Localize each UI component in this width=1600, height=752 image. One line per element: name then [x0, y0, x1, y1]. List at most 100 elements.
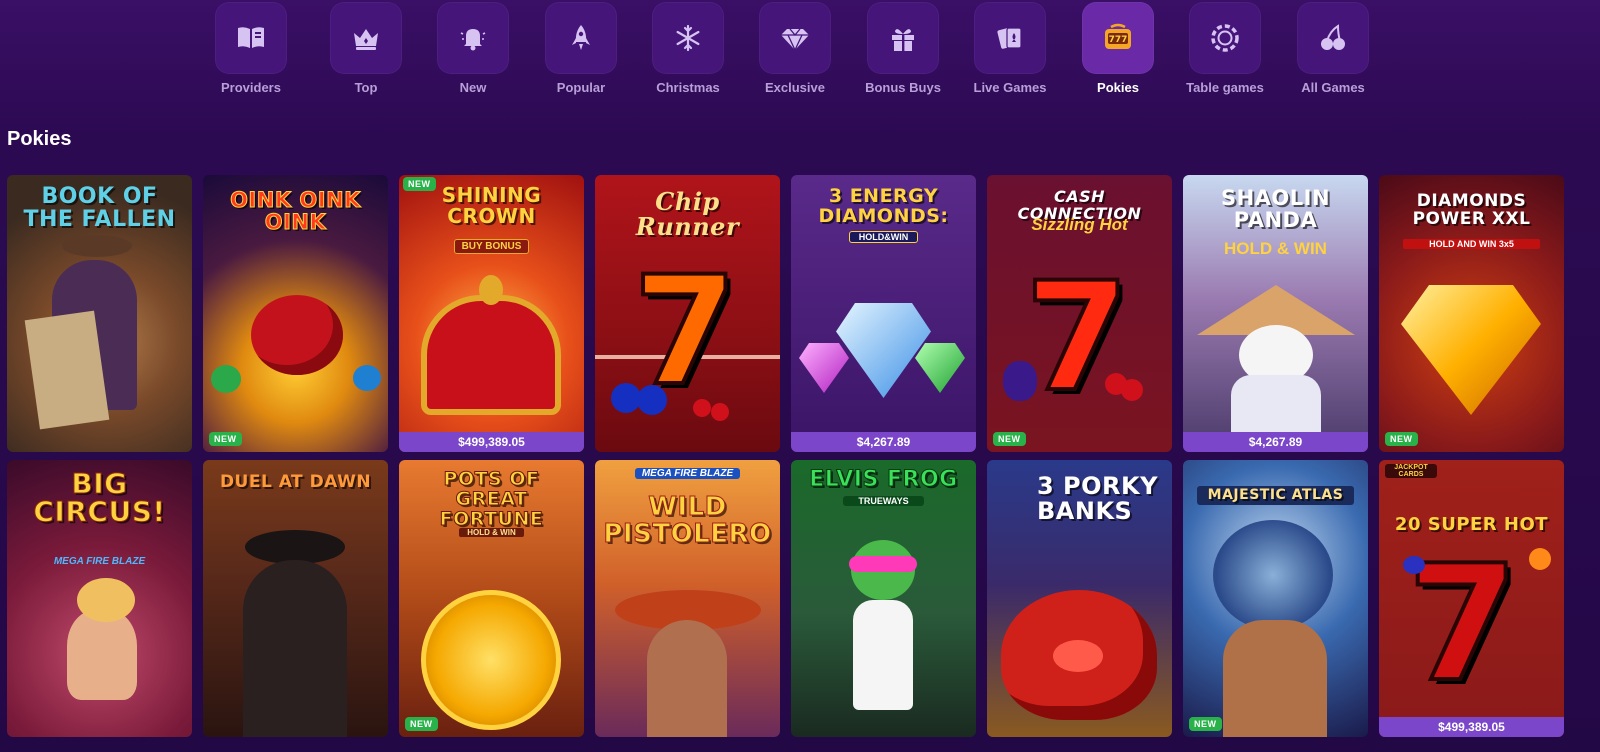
grapes-shape: [1003, 361, 1037, 401]
plum-shape: [637, 385, 667, 415]
new-badge: NEW: [1189, 717, 1222, 731]
crown-shape: [421, 295, 561, 415]
frog-suit: [853, 600, 913, 710]
game-card[interactable]: OINK OINK OINK NEW: [203, 175, 388, 452]
game-card[interactable]: MAJESTIC ATLAS NEW: [1183, 460, 1368, 737]
category-label: Exclusive: [765, 80, 825, 95]
game-card[interactable]: ELVIS FROG TRUEWAYS: [791, 460, 976, 737]
hair-shape: [77, 578, 135, 622]
blue-pig-shape: [353, 365, 381, 391]
game-title: BIG CIRCUS!: [33, 467, 166, 528]
snowflake-icon: [676, 24, 700, 52]
atlas-figure: [1223, 620, 1327, 737]
game-card[interactable]: 7 JACKPOT CARDS 20 SUPER HOT $499,389.05: [1379, 460, 1564, 737]
orange-shape: [1529, 548, 1551, 570]
new-badge: NEW: [1385, 432, 1418, 446]
game-card[interactable]: MEGA FIRE BLAZE WILD PISTOLERO: [595, 460, 780, 737]
game-subtitle: MEGA FIRE BLAZE: [53, 556, 146, 567]
chip-icon: [1211, 24, 1239, 52]
category-tile: [867, 2, 939, 74]
category-table-games[interactable]: Table games: [1180, 2, 1270, 95]
category-tile: [1297, 2, 1369, 74]
game-card[interactable]: 3 ENERGY DIAMONDS: HOLD&WIN $4,267.89: [791, 175, 976, 452]
category-pokies[interactable]: 777 Pokies: [1073, 2, 1163, 95]
game-card[interactable]: BOOK OF THE FALLEN: [7, 175, 192, 452]
slot-777-glyph: 777: [1109, 35, 1128, 45]
category-top[interactable]: Top: [321, 2, 411, 95]
game-title: SHAOLIN PANDA: [1220, 186, 1331, 233]
game-title: 3 PORKY BANKS: [1037, 472, 1159, 526]
category-tile: [974, 2, 1046, 74]
game-subtitle: HOLD AND WIN 3x5: [1403, 239, 1540, 249]
game-card[interactable]: SHINING CROWN BUY BONUS NEW $499,389.05: [399, 175, 584, 452]
game-title: DIAMONDS POWER XXL: [1412, 191, 1531, 229]
panda-robe: [1231, 375, 1321, 435]
crown-icon: [354, 29, 378, 50]
category-nav: Providers Top New Popular Christmas Excl…: [0, 0, 1600, 100]
game-card[interactable]: BIG CIRCUS! MEGA FIRE BLAZE: [7, 460, 192, 737]
game-title: WILD PISTOLERO: [603, 492, 772, 550]
category-tile: 777: [1082, 2, 1154, 74]
category-bonus-buys[interactable]: Bonus Buys: [858, 2, 948, 95]
game-subtitle: MEGA FIRE BLAZE: [635, 468, 740, 479]
crown-orb: [479, 275, 503, 305]
game-title: 3 ENERGY DIAMONDS:: [818, 185, 949, 227]
game-card[interactable]: DUEL AT DAWN: [203, 460, 388, 737]
gold-coin: [421, 590, 561, 730]
game-subtitle: BUY BONUS: [454, 239, 529, 254]
cards-icon: [997, 27, 1022, 49]
game-title: ELVIS FROG: [809, 467, 958, 492]
book-icon: [238, 27, 264, 48]
category-christmas[interactable]: Christmas: [643, 2, 733, 95]
cherry-shape: [1121, 379, 1143, 401]
cherry-shape: [693, 399, 711, 417]
new-badge: NEW: [993, 432, 1026, 446]
gift-icon: [892, 29, 914, 51]
bell-icon: [460, 29, 486, 51]
category-new[interactable]: New: [428, 2, 518, 95]
category-tile: [759, 2, 831, 74]
game-subtitle: JACKPOT CARDS: [1385, 464, 1437, 478]
game-card[interactable]: DIAMONDS POWER XXL HOLD AND WIN 3x5 NEW: [1379, 175, 1564, 452]
category-providers[interactable]: Providers: [206, 2, 296, 95]
game-card[interactable]: POTS OF GREAT FORTUNE HOLD & WIN NEW: [399, 460, 584, 737]
category-label: Popular: [556, 80, 606, 95]
category-tile: [1189, 2, 1261, 74]
game-title: SHINING CROWN: [441, 183, 542, 228]
category-label: Christmas: [656, 80, 720, 95]
performer-figure: [67, 610, 137, 700]
category-tile: [545, 2, 617, 74]
diamond-icon: [781, 28, 809, 52]
globe-shape: [1213, 520, 1333, 630]
category-popular[interactable]: Popular: [536, 2, 626, 95]
hat-shape: [245, 530, 345, 564]
game-title: POTS OF GREAT FORTUNE: [439, 468, 544, 530]
game-card[interactable]: 7 CASH CONNECTION Sizzling Hot NEW: [987, 175, 1172, 452]
new-badge: NEW: [405, 717, 438, 731]
game-title: DUEL AT DAWN: [219, 472, 372, 492]
category-live-games[interactable]: Live Games: [965, 2, 1055, 95]
jackpot-amount: $4,267.89: [791, 432, 976, 452]
cowboy-figure: [647, 620, 727, 737]
category-tile: [330, 2, 402, 74]
category-label: Pokies: [1097, 80, 1139, 95]
category-tile: [215, 2, 287, 74]
game-subtitle: HOLD & WIN: [459, 528, 524, 537]
category-label: Live Games: [973, 80, 1047, 95]
game-card[interactable]: 7 Chip Runner: [595, 175, 780, 452]
category-all-games[interactable]: All Games: [1288, 2, 1378, 95]
game-card[interactable]: 3 PORKY BANKS: [987, 460, 1172, 737]
sunglasses: [849, 556, 917, 572]
jackpot-amount: $4,267.89: [1183, 432, 1368, 452]
category-exclusive[interactable]: Exclusive: [750, 2, 840, 95]
game-subtitle: Sizzling Hot: [1031, 215, 1128, 234]
game-card[interactable]: SHAOLIN PANDA HOLD & WIN $4,267.89: [1183, 175, 1368, 452]
game-title: 20 SUPER HOT: [1394, 514, 1549, 535]
new-badge: NEW: [209, 432, 242, 446]
category-tile: [437, 2, 509, 74]
category-label: Providers: [221, 80, 281, 95]
jackpot-amount: $499,389.05: [1379, 717, 1564, 737]
green-pig-shape: [211, 365, 241, 393]
jackpot-amount: $499,389.05: [399, 432, 584, 452]
map-shape: [24, 310, 110, 430]
